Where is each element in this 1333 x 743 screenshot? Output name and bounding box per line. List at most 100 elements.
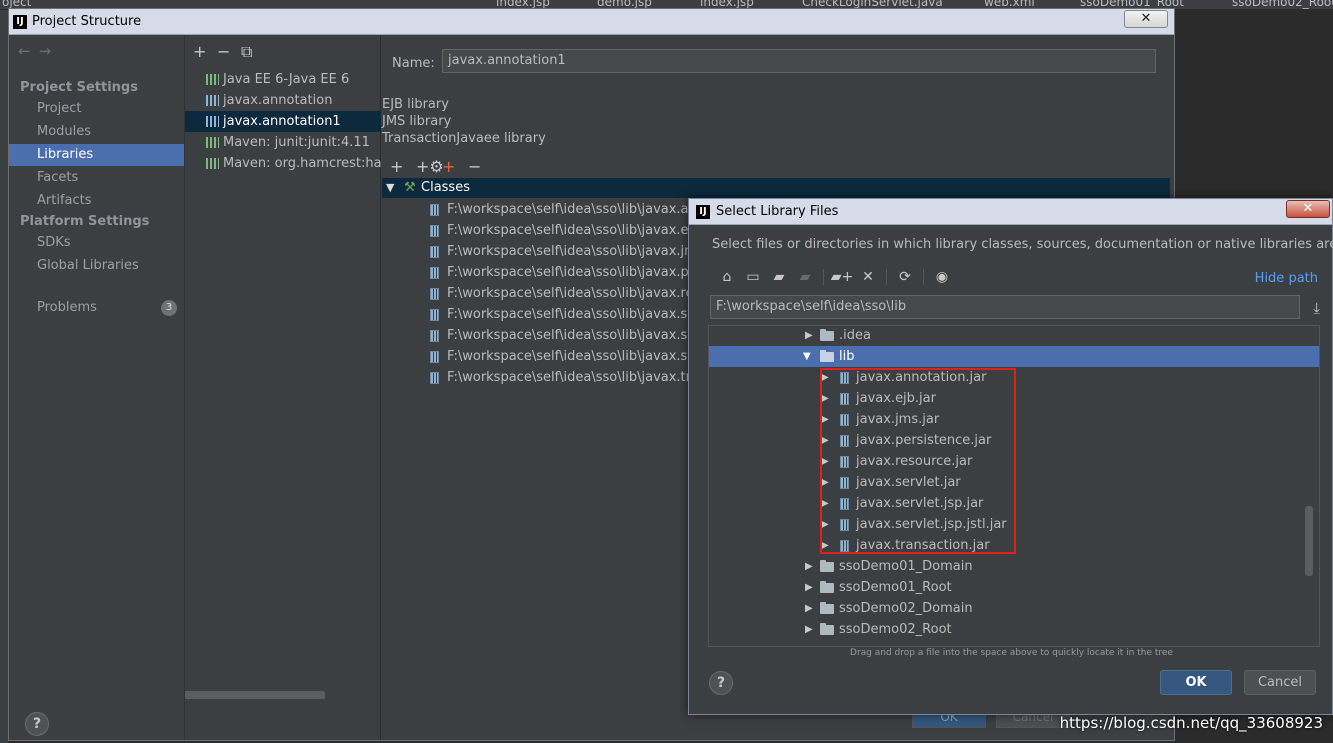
tree-jar[interactable]: ▶ javax.ejb.jar [709,388,1319,409]
tree-jar[interactable]: ▶ javax.servlet.jar [709,472,1319,493]
show-hidden-icon[interactable]: ◉ [929,269,955,285]
tree-jar[interactable]: ▶ javax.resource.jar [709,451,1319,472]
ok-button[interactable]: OK [1160,670,1232,695]
expand-triangle-icon[interactable]: ▶ [821,514,829,535]
nav-item-libraries[interactable]: Libraries [9,144,184,166]
nav-item-project[interactable]: Project [9,98,184,120]
add-icon[interactable]: + [390,157,416,176]
remove-icon[interactable]: − [468,157,494,176]
folder-icon [820,602,834,614]
tree-jar[interactable]: ▶ javax.jms.jar [709,409,1319,430]
class-path-label: F:\workspace\self\idea\sso\lib\javax.ser… [447,349,702,364]
expand-triangle-icon[interactable]: ▶ [821,493,829,514]
path-field[interactable]: F:\workspace\self\idea\sso\lib [710,295,1300,319]
library-icon [206,158,219,169]
file-chooser-toolbar: ⌂ ▭ ▰ ▰ ▰+ ✕ ⟳ ◉ [714,269,955,285]
library-item[interactable]: Maven: junit:junit:4.11 [185,132,381,153]
add-icon[interactable]: + [193,42,217,61]
class-path-label: F:\workspace\self\idea\sso\lib\javax.res… [447,286,702,301]
expand-triangle-icon[interactable]: ▶ [821,451,829,472]
tree-jar[interactable]: ▶ javax.transaction.jar [709,535,1319,556]
nav-item-global-libraries[interactable]: Global Libraries [9,255,184,277]
class-path-row[interactable]: F:\workspace\self\idea\sso\lib\javax.ser… [382,346,702,367]
expand-triangle-icon[interactable]: ▶ [805,326,813,346]
class-path-row[interactable]: F:\workspace\self\idea\sso\lib\javax.per… [382,262,702,283]
download-icon[interactable]: ⤓ [1313,299,1320,317]
desktop-icon[interactable]: ▭ [740,269,766,285]
new-folder-icon[interactable]: ▰+ [829,269,855,285]
copy-icon[interactable]: ⧉ [241,42,265,62]
project-folder-icon[interactable]: ▰ [766,269,792,285]
class-path-row[interactable]: F:\workspace\self\idea\sso\lib\javax.tra… [382,367,702,388]
tree-jar[interactable]: ▶ javax.servlet.jsp.jstl.jar [709,514,1319,535]
expand-triangle-icon[interactable]: ▶ [805,619,813,640]
library-icon [206,137,219,148]
expand-triangle-icon[interactable]: ▶ [821,430,829,451]
library-name-field[interactable]: javax.annotation1 [442,49,1156,73]
vertical-scrollbar[interactable] [1305,506,1313,576]
library-item-selected[interactable]: javax.annotation1 [185,111,381,132]
expand-triangle-icon[interactable]: ▼ [386,178,394,198]
expand-triangle-icon[interactable]: ▶ [821,472,829,493]
cancel-button[interactable]: Cancel [1244,670,1316,695]
tree-folder[interactable]: ▶ ssoDemo01_Root [709,577,1319,598]
tree-folder[interactable]: ▶ ssoDemo02_Root [709,619,1319,640]
class-path-row[interactable]: F:\workspace\self\idea\sso\lib\javax.ejb… [382,220,702,241]
remove-icon[interactable]: − [217,42,241,61]
dialog-description: Select files or directories in which lib… [712,237,1333,252]
library-item[interactable]: Maven: org.hamcrest:hamcrest-core:1.3 [185,153,381,174]
back-forward-icons[interactable]: ←→ [18,42,59,60]
expand-triangle-icon[interactable]: ▶ [821,388,829,409]
background-tab[interactable]: ssoDemo02_Root [1232,0,1333,9]
tree-folder[interactable]: ▶ ssoDemo01_Domain [709,556,1319,577]
class-path-row[interactable]: F:\workspace\self\idea\sso\lib\javax.jms… [382,241,702,262]
module-folder-icon[interactable]: ▰ [792,269,818,285]
expand-triangle-icon[interactable]: ▶ [805,598,813,619]
add-dependency-icon[interactable]: +⚙ [416,157,444,176]
collapse-triangle-icon[interactable]: ▼ [803,346,811,367]
tree-jar[interactable]: ▶ javax.servlet.jsp.jar [709,493,1319,514]
library-label: javax.annotation1 [223,114,341,129]
tree-jar[interactable]: ▶ javax.annotation.jar [709,367,1319,388]
close-icon[interactable]: ✕ [1286,200,1330,218]
hide-path-link[interactable]: Hide path [1255,271,1318,286]
library-item[interactable]: javax.annotation [185,90,381,111]
tree-label: ssoDemo02_Root [839,622,952,637]
nav-item-facets[interactable]: Facets [9,167,184,189]
help-icon[interactable]: ? [709,671,733,695]
home-icon[interactable]: ⌂ [714,269,740,285]
expand-triangle-icon[interactable]: ▶ [805,577,813,598]
project-settings-header: Project Settings [20,80,138,95]
tree-folder-lib[interactable]: ▼ lib [709,346,1319,367]
expand-triangle-icon[interactable]: ▶ [821,367,829,388]
expand-triangle-icon[interactable]: ▶ [821,535,829,556]
nav-item-sdks[interactable]: SDKs [9,232,184,254]
jar-icon [430,246,439,258]
add-jar-icon[interactable]: + [442,157,468,176]
tree-folder[interactable]: ▶ ssoDemo02_Domain [709,598,1319,619]
expand-triangle-icon[interactable]: ▶ [805,556,813,577]
class-path-row[interactable]: F:\workspace\self\idea\sso\lib\javax.ser… [382,304,702,325]
class-path-row[interactable]: F:\workspace\self\idea\sso\lib\javax.ann… [382,199,702,220]
expand-triangle-icon[interactable]: ▶ [821,409,829,430]
jar-icon [430,351,439,363]
tree-label: javax.servlet.jar [856,475,961,490]
refresh-icon[interactable]: ⟳ [892,269,918,285]
tree-jar[interactable]: ▶ javax.persistence.jar [709,430,1319,451]
nav-item-artifacts[interactable]: Artifacts [9,190,184,212]
close-icon[interactable]: ✕ [1124,10,1168,28]
folder-icon [820,350,834,362]
library-item[interactable]: Java EE 6-Java EE 6 [185,69,381,90]
class-path-row[interactable]: F:\workspace\self\idea\sso\lib\javax.ser… [382,325,702,346]
horizontal-scrollbar[interactable] [185,691,325,699]
delete-icon[interactable]: ✕ [855,269,881,285]
classes-label: Classes [421,180,470,195]
help-icon[interactable]: ? [25,712,49,736]
classes-node[interactable]: ▼ ⚒ Classes [382,178,1170,198]
tree-folder-idea[interactable]: ▶ .idea [709,326,1319,346]
library-kind: TransactionJavaee library [382,131,546,146]
tree-label: javax.annotation.jar [856,370,987,385]
nav-item-problems[interactable]: Problems 3 [9,297,184,319]
class-path-row[interactable]: F:\workspace\self\idea\sso\lib\javax.res… [382,283,702,304]
nav-item-modules[interactable]: Modules [9,121,184,143]
